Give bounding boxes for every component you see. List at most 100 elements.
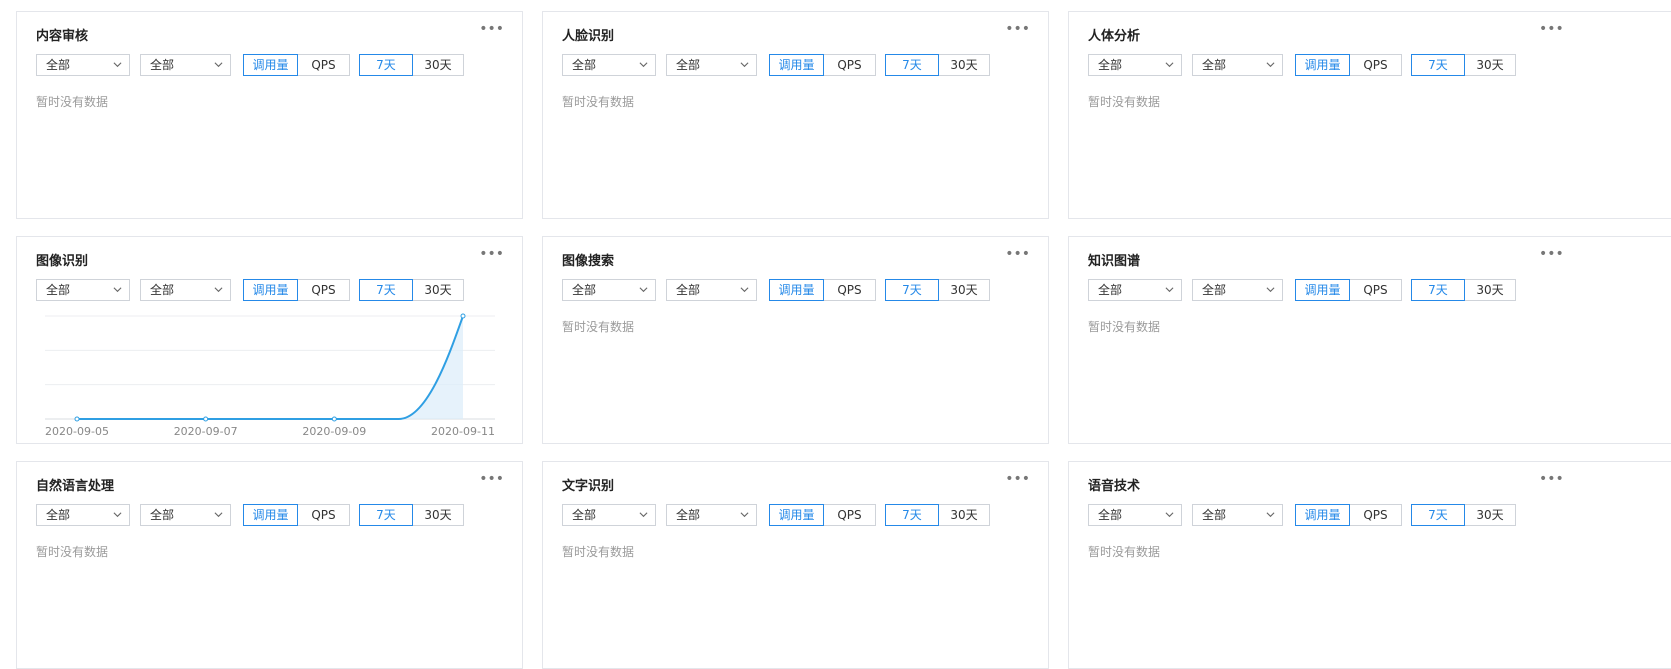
metric-qps-button[interactable]: QPS <box>823 504 876 526</box>
no-data-text: 暂时没有数据 <box>562 545 635 559</box>
api-select[interactable]: 全部 <box>1192 504 1283 526</box>
metric-calls-button[interactable]: 调用量 <box>243 279 298 301</box>
range-7d-button[interactable]: 7天 <box>359 279 413 301</box>
range-7d-button[interactable]: 7天 <box>359 504 413 526</box>
api-select[interactable]: 全部 <box>140 54 231 76</box>
metric-calls-button[interactable]: 调用量 <box>1295 504 1350 526</box>
more-icon[interactable]: ••• <box>1005 472 1030 486</box>
range-30d-button[interactable]: 30天 <box>1464 504 1516 526</box>
chevron-down-icon <box>214 62 223 68</box>
line-chart: 2020-09-05 2020-09-07 2020-09-09 2020-09-11 <box>45 313 495 438</box>
chevron-down-icon <box>1165 287 1174 293</box>
card-4: 图像搜索 ••• 全部 全部 调用量 QPS 7天 30天 暂时没有数据 <box>542 236 1049 444</box>
select-value: 全部 <box>46 508 71 522</box>
metric-toggle: 调用量 QPS <box>769 54 876 76</box>
more-icon[interactable]: ••• <box>1005 22 1030 36</box>
api-select[interactable]: 全部 <box>666 504 757 526</box>
service-select[interactable]: 全部 <box>36 54 130 76</box>
range-30d-button[interactable]: 30天 <box>938 279 990 301</box>
range-30d-button[interactable]: 30天 <box>412 504 464 526</box>
metric-qps-button[interactable]: QPS <box>823 54 876 76</box>
range-toggle: 7天 30天 <box>885 504 990 526</box>
card-3: 图像识别 ••• 全部 全部 调用量 QPS 7天 30天 2020-09-05… <box>16 236 523 444</box>
api-select[interactable]: 全部 <box>666 279 757 301</box>
chevron-down-icon <box>639 62 648 68</box>
service-select[interactable]: 全部 <box>562 54 656 76</box>
metric-calls-button[interactable]: 调用量 <box>1295 279 1350 301</box>
range-toggle: 7天 30天 <box>885 54 990 76</box>
no-data-text: 暂时没有数据 <box>1088 95 1161 109</box>
no-data-text: 暂时没有数据 <box>36 95 109 109</box>
metric-calls-button[interactable]: 调用量 <box>769 504 824 526</box>
api-select[interactable]: 全部 <box>666 54 757 76</box>
metric-calls-button[interactable]: 调用量 <box>1295 54 1350 76</box>
card-title: 内容审核 <box>36 29 89 44</box>
range-7d-button[interactable]: 7天 <box>1411 279 1465 301</box>
more-icon[interactable]: ••• <box>479 472 504 486</box>
api-select[interactable]: 全部 <box>1192 54 1283 76</box>
data-point[interactable] <box>460 313 466 319</box>
card-title: 自然语言处理 <box>36 479 115 494</box>
metric-toggle: 调用量 QPS <box>769 279 876 301</box>
select-value: 全部 <box>676 508 701 522</box>
x-tick-label: 2020-09-05 <box>45 425 109 438</box>
no-data-text: 暂时没有数据 <box>562 320 635 334</box>
range-7d-button[interactable]: 7天 <box>885 504 939 526</box>
metric-qps-button[interactable]: QPS <box>1349 279 1402 301</box>
service-select[interactable]: 全部 <box>36 504 130 526</box>
chevron-down-icon <box>214 512 223 518</box>
data-point[interactable] <box>331 416 337 422</box>
service-select[interactable]: 全部 <box>562 279 656 301</box>
data-point[interactable] <box>203 416 209 422</box>
metric-calls-button[interactable]: 调用量 <box>243 54 298 76</box>
card-8: 语音技术 ••• 全部 全部 调用量 QPS 7天 30天 暂时没有数据 <box>1068 461 1671 669</box>
more-icon[interactable]: ••• <box>1539 472 1564 486</box>
chevron-down-icon <box>1266 62 1275 68</box>
more-icon[interactable]: ••• <box>1539 22 1564 36</box>
service-select[interactable]: 全部 <box>1088 504 1182 526</box>
range-7d-button[interactable]: 7天 <box>885 54 939 76</box>
select-value: 全部 <box>150 508 175 522</box>
range-toggle: 7天 30天 <box>885 279 990 301</box>
service-select[interactable]: 全部 <box>562 504 656 526</box>
api-select[interactable]: 全部 <box>140 504 231 526</box>
metric-calls-button[interactable]: 调用量 <box>243 504 298 526</box>
metric-qps-button[interactable]: QPS <box>823 279 876 301</box>
metric-toggle: 调用量 QPS <box>1295 279 1402 301</box>
range-30d-button[interactable]: 30天 <box>1464 279 1516 301</box>
more-icon[interactable]: ••• <box>1005 247 1030 261</box>
metric-calls-button[interactable]: 调用量 <box>769 279 824 301</box>
range-30d-button[interactable]: 30天 <box>1464 54 1516 76</box>
chevron-down-icon <box>113 62 122 68</box>
range-toggle: 7天 30天 <box>1411 504 1516 526</box>
series-area <box>398 316 463 419</box>
metric-toggle: 调用量 QPS <box>1295 504 1402 526</box>
data-point[interactable] <box>74 416 80 422</box>
select-value: 全部 <box>1098 283 1123 297</box>
range-toggle: 7天 30天 <box>359 504 464 526</box>
metric-qps-button[interactable]: QPS <box>297 504 350 526</box>
range-30d-button[interactable]: 30天 <box>938 54 990 76</box>
series-line <box>77 315 464 420</box>
more-icon[interactable]: ••• <box>479 22 504 36</box>
no-data-text: 暂时没有数据 <box>562 95 635 109</box>
metric-qps-button[interactable]: QPS <box>297 54 350 76</box>
range-7d-button[interactable]: 7天 <box>359 54 413 76</box>
service-select[interactable]: 全部 <box>1088 279 1182 301</box>
metric-toggle: 调用量 QPS <box>243 504 350 526</box>
api-select[interactable]: 全部 <box>1192 279 1283 301</box>
card-title: 图像搜索 <box>562 254 615 269</box>
service-select[interactable]: 全部 <box>1088 54 1182 76</box>
metric-calls-button[interactable]: 调用量 <box>769 54 824 76</box>
metric-qps-button[interactable]: QPS <box>1349 504 1402 526</box>
range-7d-button[interactable]: 7天 <box>885 279 939 301</box>
range-30d-button[interactable]: 30天 <box>412 54 464 76</box>
select-value: 全部 <box>1202 58 1227 72</box>
range-7d-button[interactable]: 7天 <box>1411 504 1465 526</box>
range-30d-button[interactable]: 30天 <box>938 504 990 526</box>
metric-qps-button[interactable]: QPS <box>1349 54 1402 76</box>
chevron-down-icon <box>1266 287 1275 293</box>
select-value: 全部 <box>572 508 597 522</box>
more-icon[interactable]: ••• <box>1539 247 1564 261</box>
range-7d-button[interactable]: 7天 <box>1411 54 1465 76</box>
